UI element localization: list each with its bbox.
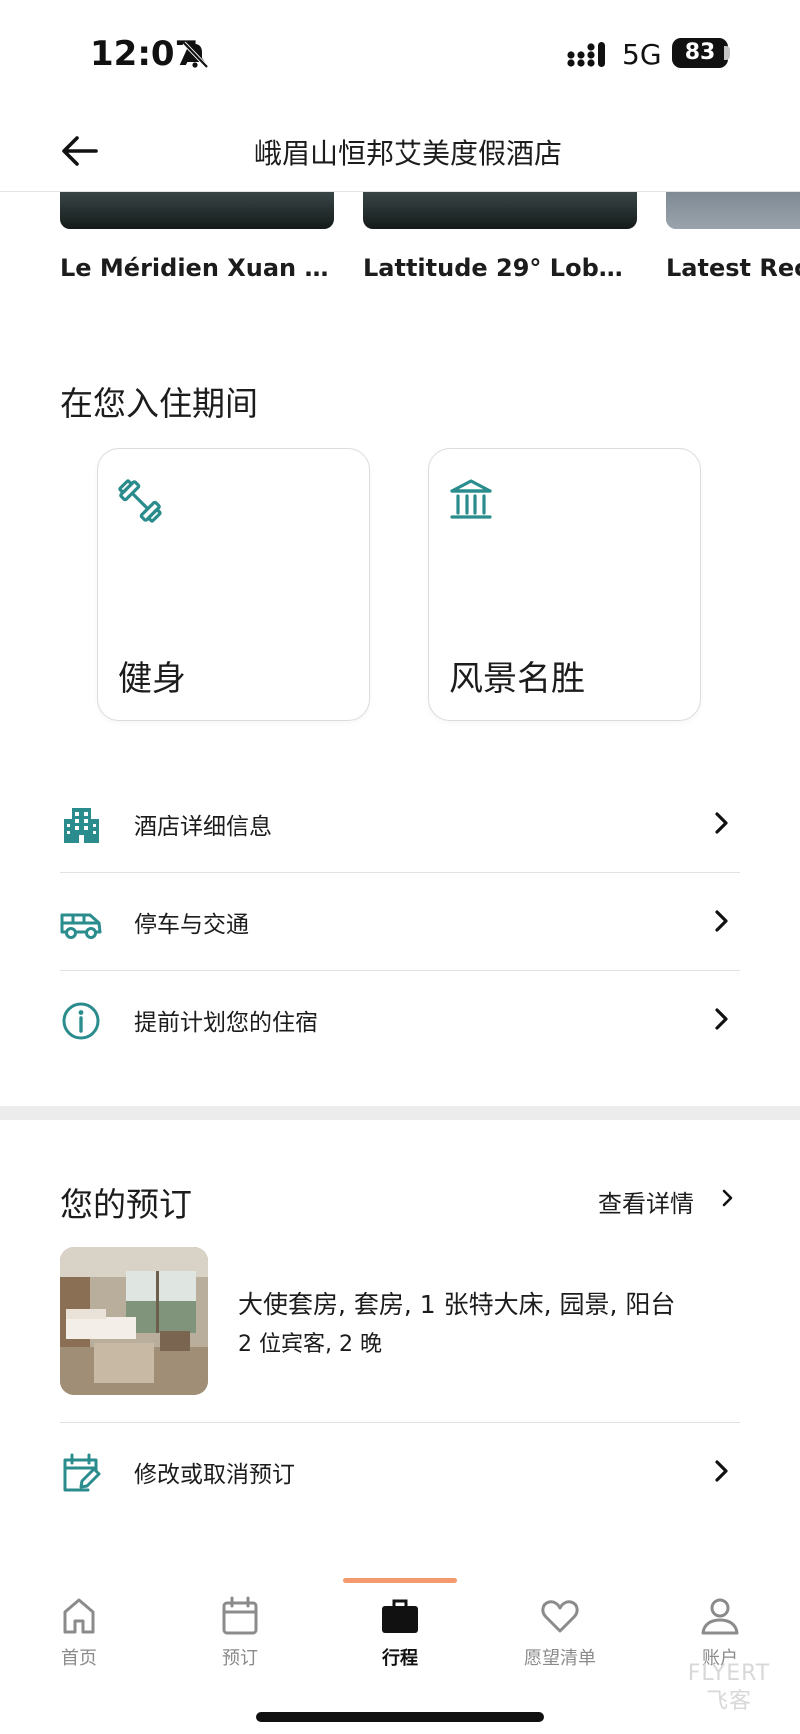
- carousel-card[interactable]: Lattitude 29° Lobby...: [363, 192, 637, 282]
- nav-label: 愿望清单: [524, 1648, 596, 1669]
- carousel-card-label: Le Méridien Xuan C...: [60, 254, 334, 282]
- network-type: 5G: [622, 38, 662, 71]
- person-icon: [701, 1598, 739, 1635]
- status-bar: 12:07 5G 83: [0, 0, 800, 110]
- room-guests-nights: 2 位宾客, 2 晚: [238, 1332, 382, 1357]
- carousel-card-label: Latest Reci: [666, 254, 800, 282]
- watermark-line2: 飞客: [705, 1689, 752, 1714]
- signal-icon: [567, 42, 605, 67]
- amenity-label: 健身: [118, 659, 186, 699]
- bell-muted-icon: [182, 41, 209, 69]
- watermark-line1: FLYERT: [687, 1661, 771, 1686]
- section-divider: [0, 1106, 800, 1120]
- carousel-card-label: Lattitude 29° Lobby...: [363, 254, 637, 282]
- room-photo-image: [60, 1247, 208, 1395]
- chevron-right-icon: [715, 1460, 728, 1482]
- room-title: 大使套房, 套房, 1 张特大床, 园景, 阳台: [238, 1290, 676, 1319]
- dumbbell-icon: [118, 479, 162, 523]
- room-photo[interactable]: [60, 1247, 208, 1395]
- carousel-image: [666, 192, 800, 229]
- nav-item-wishlist[interactable]: 愿望清单: [485, 1596, 635, 1686]
- heart-icon: [541, 1600, 579, 1633]
- hotel-details-row[interactable]: 酒店详细信息: [60, 775, 740, 873]
- page-title: 峨眉山恒邦艾美度假酒店: [253, 137, 562, 170]
- battery-indicator: 83: [672, 38, 728, 68]
- nav-label: 行程: [382, 1648, 418, 1669]
- briefcase-icon: [382, 1599, 418, 1633]
- chevron-right-icon[interactable]: [722, 1189, 734, 1207]
- row-label: 酒店详细信息: [134, 814, 272, 840]
- chevron-right-icon: [715, 1008, 728, 1030]
- amenity-label: 风景名胜: [449, 659, 585, 699]
- row-label: 停车与交通: [134, 912, 249, 938]
- nav-label: 预订: [222, 1648, 258, 1669]
- carousel-image: [60, 192, 334, 229]
- during-stay-title: 在您入住期间: [60, 384, 258, 423]
- nav-item-trips[interactable]: 行程: [325, 1596, 475, 1686]
- nav-label: 首页: [61, 1648, 97, 1669]
- nav-item-home[interactable]: 首页: [4, 1596, 154, 1686]
- carousel-card[interactable]: Le Méridien Xuan C...: [60, 192, 334, 282]
- page-header: 峨眉山恒邦艾美度假酒店: [0, 110, 800, 192]
- battery-tip: [724, 46, 730, 60]
- row-label: 修改或取消预订: [134, 1462, 295, 1488]
- van-icon: [60, 913, 102, 939]
- calendar-edit-icon: [63, 1453, 101, 1492]
- chevron-right-icon: [715, 910, 728, 932]
- amenity-card-attractions[interactable]: 风景名胜: [428, 448, 701, 721]
- row-label: 提前计划您的住宿: [134, 1010, 318, 1036]
- view-details-link[interactable]: 查看详情: [598, 1184, 694, 1219]
- landmark-icon: [450, 479, 492, 519]
- carousel-image: [363, 192, 637, 229]
- amenity-card-fitness[interactable]: 健身: [97, 448, 370, 721]
- active-tab-indicator: [343, 1578, 457, 1583]
- modify-cancel-row[interactable]: 修改或取消预订: [60, 1423, 740, 1521]
- nav-item-book[interactable]: 预订: [165, 1596, 315, 1686]
- building-icon: [64, 808, 99, 843]
- watermark: FLYERT 飞客: [664, 1660, 794, 1716]
- dining-carousel[interactable]: Le Méridien Xuan C... Lattitude 29° Lobb…: [0, 192, 800, 302]
- home-indicator[interactable]: [256, 1712, 544, 1722]
- chevron-right-icon: [715, 812, 728, 834]
- reservation-title: 您的预订: [60, 1185, 192, 1224]
- plan-stay-row[interactable]: 提前计划您的住宿: [60, 971, 740, 1069]
- home-icon: [63, 1598, 95, 1634]
- carousel-card[interactable]: Latest Reci: [666, 192, 800, 282]
- parking-transport-row[interactable]: 停车与交通: [60, 873, 740, 971]
- info-icon: [62, 1002, 100, 1040]
- calendar-icon: [222, 1596, 258, 1635]
